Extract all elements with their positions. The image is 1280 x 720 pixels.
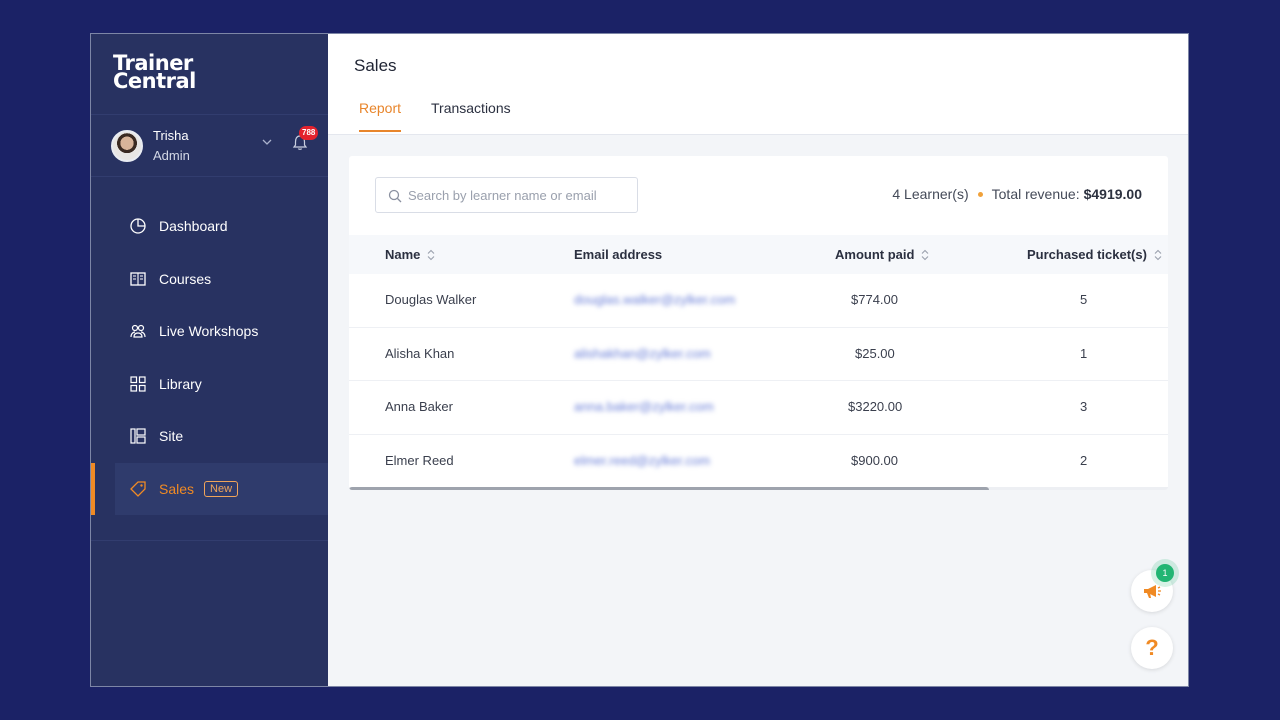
table-row[interactable]: Anna Baker anna.baker@zylker.com $3220.0… <box>349 381 1168 435</box>
sidebar-item-label: Live Workshops <box>159 323 259 340</box>
column-label: Email address <box>574 247 663 262</box>
sidebar-item-sales[interactable]: Sales New <box>91 462 328 515</box>
tab-report[interactable]: Report <box>359 100 402 132</box>
chevron-down-icon[interactable] <box>261 136 273 148</box>
column-label: Purchased ticket(s) <box>1027 247 1147 262</box>
page-header: Sales Report Transactions <box>328 34 1188 135</box>
column-header-tickets[interactable]: Purchased ticket(s) <box>1027 247 1163 262</box>
search-input[interactable] <box>408 178 633 212</box>
sales-summary: 4 Learner(s) Total revenue: $4919.00 <box>892 186 1142 202</box>
grid-icon <box>130 376 146 392</box>
sidebar-item-site[interactable]: Site <box>91 410 328 463</box>
table-header: Name Email address Amount paid Purchased… <box>349 235 1168 274</box>
sidebar-divider <box>91 540 328 541</box>
ticket-count: 3 <box>1080 399 1088 414</box>
logo-line-2: Central <box>113 69 196 93</box>
sidebar-divider <box>91 114 328 115</box>
book-icon <box>130 272 146 286</box>
ticket-count: 1 <box>1080 345 1088 361</box>
sidebar-item-courses[interactable]: Courses <box>91 253 328 306</box>
help-icon: ? <box>1145 635 1159 660</box>
user-name: Trisha <box>153 128 189 143</box>
sort-icon[interactable] <box>426 249 436 261</box>
sidebar-item-label: Site <box>159 428 184 445</box>
learner-email: douglas.walker@zylker.com <box>574 292 736 307</box>
sort-icon[interactable] <box>1153 249 1163 261</box>
table-row[interactable]: Douglas Walker douglas.walker@zylker.com… <box>349 274 1168 328</box>
main-content: Sales Report Transactions 4 Learner(s) T… <box>328 34 1188 686</box>
column-header-email: Email address <box>574 247 662 262</box>
learner-name: Douglas Walker <box>385 292 477 307</box>
tag-icon <box>130 481 146 497</box>
column-label: Name <box>385 247 421 262</box>
sidebar-item-dashboard[interactable]: Dashboard <box>91 200 328 253</box>
amount-paid: $774.00 <box>851 292 898 307</box>
report-card: 4 Learner(s) Total revenue: $4919.00 Nam… <box>349 156 1168 490</box>
column-label: Amount paid <box>835 247 915 262</box>
horizontal-scrollbar-thumb[interactable] <box>349 487 989 490</box>
revenue-value: $4919.00 <box>1083 186 1142 202</box>
amount-paid: $25.00 <box>855 345 895 361</box>
page-title: Sales <box>354 56 397 75</box>
avatar[interactable] <box>111 130 143 162</box>
sidebar-nav: Dashboard Courses Live Workshops Library… <box>91 200 328 515</box>
user-role: Admin <box>153 148 190 163</box>
search-icon <box>388 189 402 203</box>
sidebar-item-library[interactable]: Library <box>91 358 328 411</box>
layout-icon <box>130 428 146 444</box>
column-header-name[interactable]: Name <box>385 247 436 262</box>
sort-icon[interactable] <box>920 249 930 261</box>
learner-email: alishakhan@zylker.com <box>574 345 711 361</box>
learner-email: elmer.reed@zylker.com <box>574 452 711 468</box>
separator-dot <box>977 191 983 197</box>
table-row[interactable]: Alisha Khan alishakhan@zylker.com $25.00… <box>349 328 1168 381</box>
notification-badge: 788 <box>299 126 319 140</box>
table-row[interactable]: Elmer Reed elmer.reed@zylker.com $900.00… <box>349 435 1168 488</box>
sidebar: Trainer Central Trisha Admin 788 Dashboa… <box>91 34 328 686</box>
trainercentral-logo[interactable]: Trainer Central <box>113 53 196 93</box>
learner-name: Anna Baker <box>385 399 453 414</box>
amount-paid: $3220.00 <box>848 399 903 414</box>
learner-name: Alisha Khan <box>385 345 455 361</box>
sidebar-divider <box>91 176 328 177</box>
new-badge: New <box>204 480 239 497</box>
learner-name: Elmer Reed <box>385 452 454 468</box>
sidebar-item-label: Dashboard <box>159 218 228 235</box>
column-header-amount[interactable]: Amount paid <box>835 247 930 262</box>
sidebar-item-label: Courses <box>159 270 212 287</box>
workshop-icon <box>130 325 146 338</box>
ticket-count: 5 <box>1080 292 1088 307</box>
announcement-badge: 1 <box>1156 564 1174 582</box>
app-window: Trainer Central Trisha Admin 788 Dashboa… <box>90 33 1189 687</box>
revenue-label: Total revenue: <box>991 186 1080 202</box>
help-button[interactable]: ? <box>1131 627 1173 669</box>
sidebar-item-label: Library <box>159 375 202 392</box>
tab-transactions[interactable]: Transactions <box>431 100 511 130</box>
learner-email: anna.baker@zylker.com <box>574 399 714 414</box>
ticket-count: 2 <box>1080 452 1088 468</box>
pie-chart-icon <box>130 218 146 234</box>
user-profile[interactable]: Trisha Admin 788 <box>111 126 319 168</box>
search-box[interactable] <box>375 177 638 213</box>
sidebar-item-live-workshops[interactable]: Live Workshops <box>91 305 328 358</box>
learner-count: 4 Learner(s) <box>892 186 969 202</box>
sidebar-item-label: Sales <box>159 480 195 497</box>
amount-paid: $900.00 <box>851 452 898 468</box>
megaphone-icon <box>1144 585 1161 598</box>
